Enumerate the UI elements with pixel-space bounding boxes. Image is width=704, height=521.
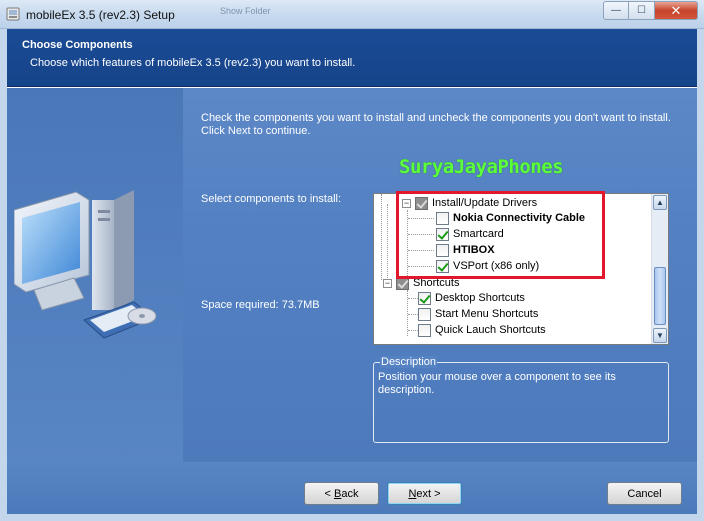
drivers-group-label: Install/Update Drivers xyxy=(432,197,538,209)
close-button[interactable]: ✕ xyxy=(655,1,698,20)
vsport-label: VSPort (x86 only) xyxy=(453,260,540,272)
vsport-checkbox[interactable] xyxy=(436,259,449,273)
window-frame-right xyxy=(697,29,704,521)
tree-item-drivers-group[interactable]: − Install/Update Drivers xyxy=(402,195,537,211)
next-button[interactable]: Next > xyxy=(387,482,462,505)
back-button-label: ack xyxy=(341,487,359,500)
back-button[interactable]: < Back xyxy=(304,482,379,505)
space-required-label: Space required: 73.7MB xyxy=(201,299,320,311)
components-tree[interactable]: − Install/Update Drivers Nokia Connectiv… xyxy=(373,193,669,345)
tree-item-quick-launch-shortcuts[interactable]: Quick Lauch Shortcuts xyxy=(418,322,546,338)
tree-item-vsport[interactable]: VSPort (x86 only) xyxy=(436,258,539,274)
back-button-accesskey: B xyxy=(334,487,342,500)
cancel-button[interactable]: Cancel xyxy=(607,482,682,505)
start-menu-shortcuts-label: Start Menu Shortcuts xyxy=(435,308,539,320)
htibox-checkbox[interactable] xyxy=(436,243,449,257)
minimize-icon: — xyxy=(611,5,621,16)
smartcard-checkbox[interactable] xyxy=(436,227,449,241)
select-components-label: Select components to install: xyxy=(201,193,342,205)
instructions-text: Check the components you want to install… xyxy=(201,112,671,137)
next-button-accesskey: N xyxy=(408,487,417,500)
tree-item-shortcuts-group[interactable]: − Shortcuts xyxy=(383,275,459,291)
page-title: Choose Components xyxy=(22,39,133,51)
close-icon: ✕ xyxy=(670,2,682,18)
quick-launch-shortcuts-label: Quick Lauch Shortcuts xyxy=(435,324,546,336)
page-subtitle: Choose which features of mobileEx 3.5 (r… xyxy=(30,57,356,69)
scrollbar-thumb[interactable] xyxy=(654,267,666,325)
desktop-shortcuts-label: Desktop Shortcuts xyxy=(435,292,525,304)
watermark-text: SuryaJayaPhones xyxy=(399,156,564,178)
next-button-label: ext > xyxy=(416,487,441,500)
smartcard-label: Smartcard xyxy=(453,228,504,240)
description-legend: Description xyxy=(380,356,438,368)
collapse-icon[interactable]: − xyxy=(402,198,411,208)
window-frame-bottom xyxy=(0,514,704,521)
computer-illustration-icon xyxy=(13,180,174,363)
tree-item-htibox[interactable]: HTIBOX xyxy=(436,242,495,258)
shortcuts-group-checkbox[interactable] xyxy=(396,276,409,290)
cancel-button-label: Cancel xyxy=(627,487,662,500)
quick-launch-shortcuts-checkbox[interactable] xyxy=(418,323,431,337)
start-menu-shortcuts-checkbox[interactable] xyxy=(418,307,431,321)
nokia-cable-label: Nokia Connectivity Cable xyxy=(453,212,586,224)
scroll-down-button[interactable]: ▼ xyxy=(653,328,667,343)
tree-item-desktop-shortcuts[interactable]: Desktop Shortcuts xyxy=(418,290,525,306)
installer-app-icon xyxy=(6,7,20,21)
shortcuts-group-label: Shortcuts xyxy=(413,277,460,289)
tree-item-start-menu-shortcuts[interactable]: Start Menu Shortcuts xyxy=(418,306,538,322)
scroll-up-icon: ▲ xyxy=(656,198,664,207)
scroll-down-icon: ▼ xyxy=(656,331,664,340)
back-button-prefix: < xyxy=(324,487,334,500)
desktop-shortcuts-checkbox[interactable] xyxy=(418,291,431,305)
caption-buttons: — ☐ ✕ xyxy=(603,1,698,20)
tree-scrollbar[interactable]: ▲ ▼ xyxy=(651,194,668,344)
maximize-icon: ☐ xyxy=(637,5,646,16)
tree-item-smartcard[interactable]: Smartcard xyxy=(436,226,504,242)
tree-item-nokia-cable[interactable]: Nokia Connectivity Cable xyxy=(436,210,585,226)
minimize-button[interactable]: — xyxy=(603,1,629,20)
htibox-label: HTIBOX xyxy=(453,244,495,256)
drivers-group-checkbox[interactable] xyxy=(415,196,428,210)
window-title: mobileEx 3.5 (rev2.3) Setup xyxy=(26,8,175,22)
collapse-icon[interactable]: − xyxy=(383,278,392,288)
maximize-button[interactable]: ☐ xyxy=(629,1,655,20)
title-bar[interactable]: mobileEx 3.5 (rev2.3) Setup Show Folder … xyxy=(0,0,704,29)
window-frame-left xyxy=(0,29,7,521)
scroll-up-button[interactable]: ▲ xyxy=(653,195,667,210)
description-text: Position your mouse over a component to … xyxy=(378,371,616,396)
nokia-cable-checkbox[interactable] xyxy=(436,211,449,225)
page-header: Choose Components Choose which features … xyxy=(7,29,697,87)
background-window-text: Show Folder xyxy=(220,6,271,16)
